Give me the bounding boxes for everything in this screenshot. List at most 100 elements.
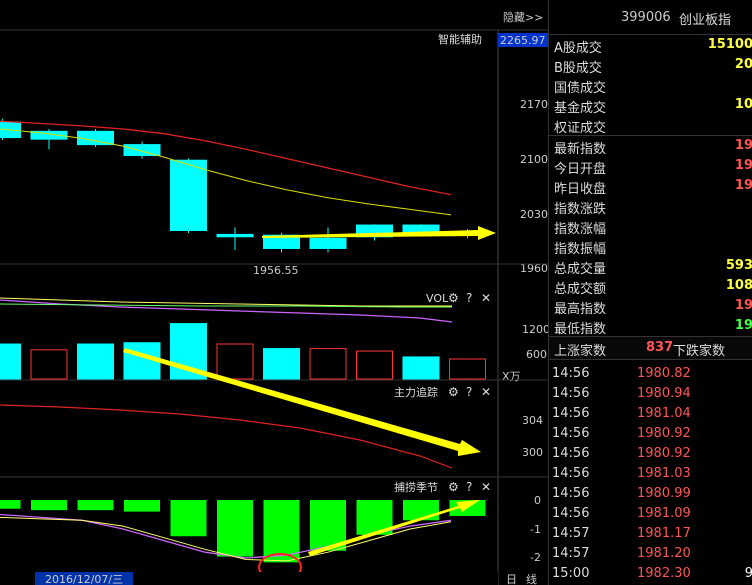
stat-value: 108 [725,278,752,293]
stat-value: 19 [734,298,752,313]
close-icon[interactable]: ✕ [481,385,491,399]
tick-row: 14:56 1980.92 [549,444,752,464]
up-count-value: 837 [646,340,674,355]
tab-day[interactable]: 日 [506,573,517,585]
close-icon[interactable]: ✕ [481,480,491,494]
vol-panel-title: VOL [426,292,449,305]
candle-body [170,159,207,232]
stat-value: 19 [734,318,752,333]
help-icon[interactable]: ? [466,385,472,399]
tick-time: 14:56 [552,366,590,381]
stat-value: 10 [734,97,752,112]
gear-icon[interactable]: ⚙ [448,480,459,494]
season-bar [217,500,253,557]
tick-row: 14:56 1980.94 [549,384,752,404]
tick-price: 1980.92 [637,426,691,441]
tick-time: 14:56 [552,386,590,401]
season-panel-title: 捕捞季节 [394,480,438,494]
stat-row: 最新指数 19 [549,136,752,157]
tick-row: 14:56 1980.99 [549,484,752,504]
stat-row: 国债成交 [549,75,752,96]
hide-toggle[interactable]: 隐藏>> [503,11,543,24]
stat-value: 15100 [707,37,752,52]
date-label: 2016/12/07/三 [45,573,123,585]
vol-unit: X万 [502,370,521,383]
season-tick-0: 0 [534,494,541,507]
season-bars [0,500,486,563]
index-stats: 最新指数 19 今日开盘 19 昨日收盘 19 指数涨跌 指数涨幅 指数振幅 总成交量 593 总成交… [549,136,752,337]
tick-time: 15:00 [552,566,590,581]
tick-row: 14:56 1980.82 [549,364,752,384]
candle-body [123,144,161,157]
tick-time: 14:56 [552,506,590,521]
stat-row: 最低指数 19 [549,316,752,337]
y-tick-2030: 2030 [520,208,548,221]
volume-bar [309,348,347,380]
tick-time: 14:56 [552,406,590,421]
stat-label: 最新指数 [554,142,607,157]
tick-time: 14:57 [552,526,590,541]
volume-bar [263,348,300,380]
stat-label: 最低指数 [554,322,607,337]
season-bar [170,500,207,537]
gear-icon[interactable]: ⚙ [448,385,459,399]
stat-label: 昨日收盘 [554,182,607,197]
stat-label: 指数振幅 [554,242,607,257]
stat-row: 基金成交 10 [549,95,752,116]
tick-time: 14:57 [552,546,590,561]
chart-area: 隐藏>> 智能辅助 2265.97 2170 2100 2030 1960 19… [0,0,548,585]
season-bar [31,500,67,511]
advance-decline-row: 上涨家数 837 下跌家数 [549,336,752,360]
down-count-label: 下跌家数 [673,344,726,359]
help-icon[interactable]: ? [466,480,472,494]
stat-row: 指数涨幅 [549,216,752,237]
tick-price: 1981.09 [637,506,691,521]
stat-value: 593 [725,258,752,273]
stat-row: 总成交额 108 [549,276,752,297]
stat-row: 指数涨跌 [549,196,752,217]
season-bar [77,500,114,511]
stat-label: 最高指数 [554,302,607,317]
stat-row: 昨日收盘 19 [549,176,752,197]
tick-row: 14:56 1981.09 [549,504,752,524]
tick-price: 1982.30 [637,566,691,581]
track-line [0,404,453,469]
tick-time: 14:56 [552,426,590,441]
tick-row: 14:57 1981.17 [549,524,752,544]
stat-label: 总成交额 [554,282,607,297]
tab-line[interactable]: 线 [526,572,537,585]
tick-time: 14:56 [552,446,590,461]
help-icon[interactable]: ? [466,291,472,305]
price-badge: 2265.97 [500,34,546,47]
tick-row: 15:00 1982.30 9 [549,564,752,584]
volume-bars [0,323,486,380]
stat-label: 总成交量 [554,262,607,277]
ma-red-line [0,120,452,196]
tick-time: 14:56 [552,486,590,501]
low-price-label: 1956.55 [253,264,299,277]
gear-icon[interactable]: ⚙ [448,291,459,305]
tick-price: 1980.99 [637,486,691,501]
main-panel-title: 智能辅助 [438,32,482,46]
stat-row: 总成交量 593 [549,256,752,277]
stat-value: 19 [734,178,752,193]
tick-price: 1980.94 [637,386,691,401]
track-tick-300: 300 [522,446,543,459]
tick-price: 1981.20 [637,546,691,561]
stat-label: 指数涨跌 [554,202,607,217]
index-code: 399006 [621,10,671,25]
index-name: 创业板指 [679,13,732,28]
stat-label: 基金成交 [554,101,607,116]
stat-label: 今日开盘 [554,162,607,177]
tick-list[interactable]: 14:56 1980.82 14:56 1980.94 14:56 1981.04 14:5… [549,360,752,584]
stat-value: 20 [734,57,752,72]
season-bar [124,500,160,512]
stat-label: 国债成交 [554,81,607,96]
close-icon[interactable]: ✕ [481,291,491,305]
stat-value: 19 [734,138,752,153]
stat-label: B股成交 [554,61,602,76]
volume-bar [449,358,486,380]
quote-header: 399006 创业板指 [549,0,752,35]
stat-label: 指数涨幅 [554,222,607,237]
tick-row: 14:56 1981.04 [549,404,752,424]
